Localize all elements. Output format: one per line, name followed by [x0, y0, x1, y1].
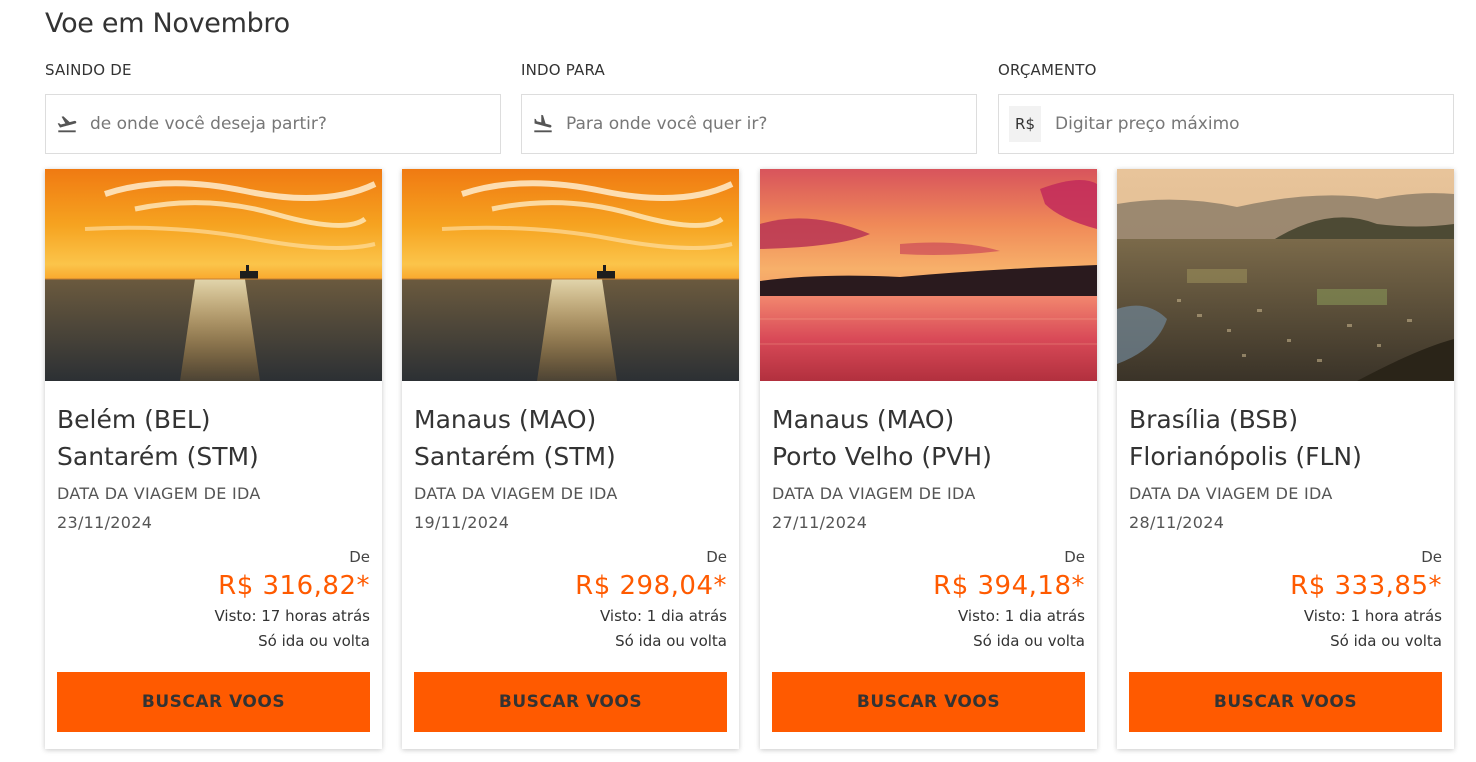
page: Voe em Novembro SAINDO DE INDO PARA ORÇA… — [0, 0, 1476, 762]
red-sunset-image — [760, 169, 1097, 381]
travel-date: 27/11/2024 — [772, 513, 868, 532]
filter-from-box[interactable] — [45, 94, 501, 154]
origin-input[interactable] — [90, 104, 450, 144]
trip-type: Só ida ou volta — [1330, 632, 1442, 650]
date-label: DATA DA VIAGEM DE IDA — [414, 484, 618, 503]
route: Belém (BEL) Santarém (STM) — [57, 381, 370, 475]
price-from-label: De — [349, 548, 370, 566]
search-flights-button[interactable]: BUSCAR VOOS — [772, 672, 1085, 732]
route: Manaus (MAO) Porto Velho (PVH) — [772, 381, 1085, 475]
search-flights-button[interactable]: BUSCAR VOOS — [57, 672, 370, 732]
seen-time: Visto: 1 dia atrás — [957, 607, 1085, 625]
travel-date: 19/11/2024 — [414, 513, 510, 532]
filter-to-label: INDO PARA — [521, 61, 605, 79]
plane-takeoff-icon — [56, 113, 78, 135]
date-label: DATA DA VIAGEM DE IDA — [1129, 484, 1333, 503]
currency-tag: R$ — [1009, 106, 1041, 142]
filter-budget-box[interactable]: R$ — [998, 94, 1454, 154]
price-block: De R$ 316,82* Visto: 17 horas atrás Só i… — [214, 548, 370, 650]
filter-to-box[interactable] — [521, 94, 977, 154]
trip-type: Só ida ou volta — [258, 632, 370, 650]
deal-card[interactable]: Manaus (MAO) Porto Velho (PVH) DATA DA V… — [760, 169, 1097, 749]
deal-card[interactable]: Belém (BEL) Santarém (STM) DATA DA VIAGE… — [45, 169, 382, 749]
trip-type: Só ida ou volta — [615, 632, 727, 650]
date-label: DATA DA VIAGEM DE IDA — [772, 484, 976, 503]
route: Brasília (BSB) Florianópolis (FLN) — [1129, 381, 1442, 475]
destination-city: Santarém (STM) — [414, 442, 616, 471]
price: R$ 333,85* — [1290, 571, 1442, 601]
price-block: De R$ 298,04* Visto: 1 dia atrás Só ida … — [575, 548, 727, 650]
price: R$ 298,04* — [575, 571, 727, 601]
max-price-input[interactable] — [1055, 104, 1415, 144]
destination-input[interactable] — [566, 104, 926, 144]
origin-city: Manaus (MAO) — [772, 405, 955, 434]
destination-city: Porto Velho (PVH) — [772, 442, 992, 471]
filter-to: INDO PARA — [521, 60, 977, 154]
page-title: Voe em Novembro — [45, 8, 290, 39]
price-from-label: De — [1064, 548, 1085, 566]
price-from-label: De — [706, 548, 727, 566]
filter-from-label: SAINDO DE — [45, 61, 132, 79]
origin-city: Manaus (MAO) — [414, 405, 597, 434]
travel-date: 28/11/2024 — [1129, 513, 1225, 532]
filter-budget: ORÇAMENTO R$ — [998, 60, 1454, 154]
city-aerial-image — [1117, 169, 1454, 381]
seen-time: Visto: 1 hora atrás — [1303, 607, 1442, 625]
destination-city: Santarém (STM) — [57, 442, 259, 471]
plane-landing-icon — [532, 113, 554, 135]
price-block: De R$ 394,18* Visto: 1 dia atrás Só ida … — [933, 548, 1085, 650]
origin-city: Belém (BEL) — [57, 405, 211, 434]
search-flights-button[interactable]: BUSCAR VOOS — [1129, 672, 1442, 732]
seen-time: Visto: 17 horas atrás — [214, 607, 370, 625]
price: R$ 394,18* — [933, 571, 1085, 601]
trip-type: Só ida ou volta — [973, 632, 1085, 650]
seen-time: Visto: 1 dia atrás — [599, 607, 727, 625]
sunset-ship-image — [45, 169, 382, 381]
filters: SAINDO DE INDO PARA ORÇAMENTO R$ — [45, 60, 1454, 155]
origin-city: Brasília (BSB) — [1129, 405, 1299, 434]
search-flights-button[interactable]: BUSCAR VOOS — [414, 672, 727, 732]
destination-city: Florianópolis (FLN) — [1129, 442, 1362, 471]
price: R$ 316,82* — [218, 571, 370, 601]
price-from-label: De — [1421, 548, 1442, 566]
route: Manaus (MAO) Santarém (STM) — [414, 381, 727, 475]
price-block: De R$ 333,85* Visto: 1 hora atrás Só ida… — [1290, 548, 1442, 650]
deal-card[interactable]: Manaus (MAO) Santarém (STM) DATA DA VIAG… — [402, 169, 739, 749]
deal-card[interactable]: Brasília (BSB) Florianópolis (FLN) DATA … — [1117, 169, 1454, 749]
sunset-ship-image — [402, 169, 739, 381]
filter-from: SAINDO DE — [45, 60, 501, 154]
filter-budget-label: ORÇAMENTO — [998, 61, 1097, 79]
date-label: DATA DA VIAGEM DE IDA — [57, 484, 261, 503]
travel-date: 23/11/2024 — [57, 513, 153, 532]
